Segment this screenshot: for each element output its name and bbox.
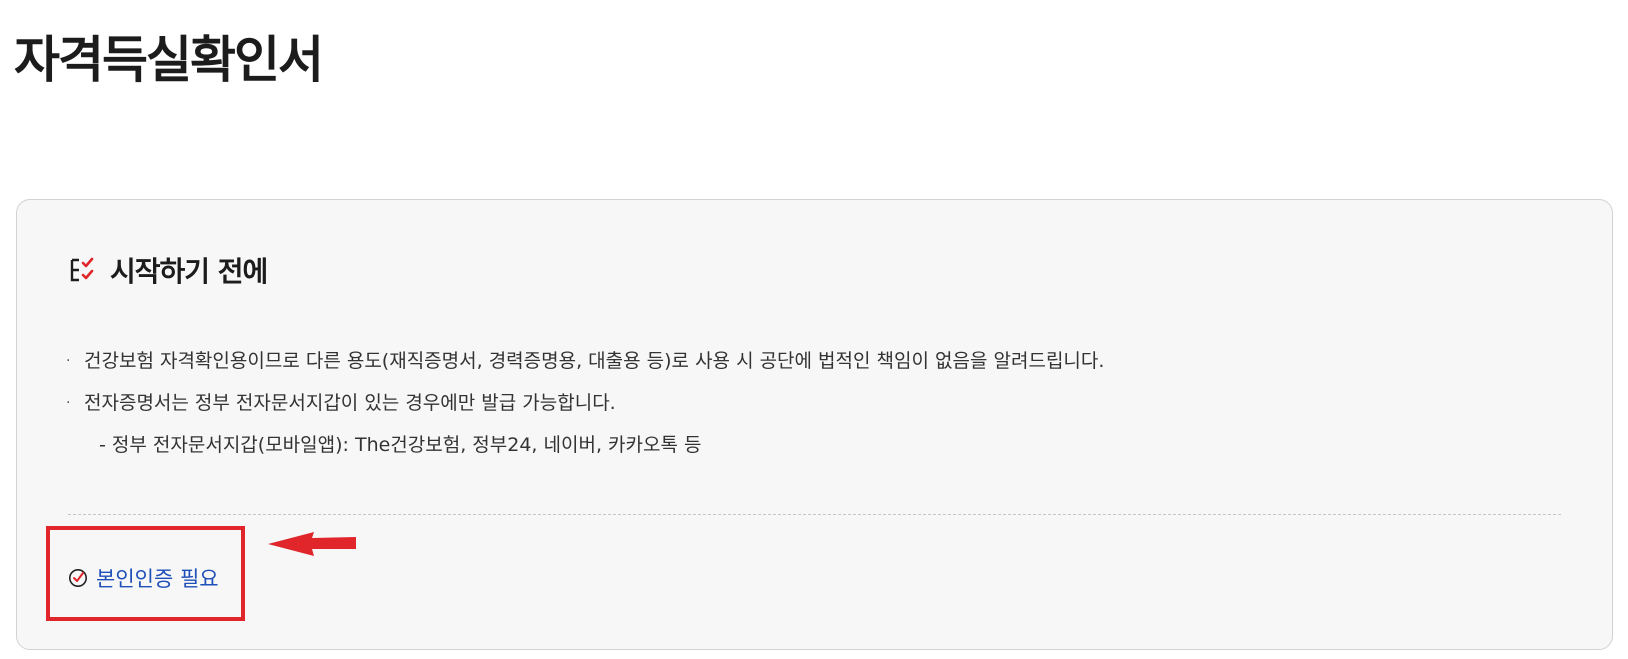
check-circle-icon [68, 568, 88, 588]
notice-bullet: · [66, 395, 71, 411]
notice-bullet: · [66, 353, 71, 369]
notice-item: · 건강보험 자격확인용이므로 다른 용도(재직증명서, 경력증명용, 대출용 … [66, 340, 1104, 382]
before-start-heading-text: 시작하기 전에 [110, 255, 268, 288]
checklist-icon [68, 253, 102, 287]
page-title: 자격득실확인서 [14, 31, 324, 89]
notice-text: - 정부 전자문서지갑(모바일앱): The건강보험, 정부24, 네이버, 카… [99, 434, 702, 456]
identity-verification-label: 본인인증 필요 [96, 567, 219, 591]
notice-text: 전자증명서는 정부 전자문서지갑이 있는 경우에만 발급 가능합니다. [84, 392, 616, 414]
identity-verification-link[interactable]: 본인인증 필요 [68, 558, 219, 598]
notice-text: 건강보험 자격확인용이므로 다른 용도(재직증명서, 경력증명용, 대출용 등)… [84, 350, 1105, 372]
before-start-panel: 시작하기 전에 · 건강보험 자격확인용이므로 다른 용도(재직증명서, 경력증… [16, 199, 1613, 650]
notice-sub-item: - 정부 전자문서지갑(모바일앱): The건강보험, 정부24, 네이버, 카… [66, 424, 1104, 466]
section-divider [68, 514, 1561, 515]
notice-list: · 건강보험 자격확인용이므로 다른 용도(재직증명서, 경력증명용, 대출용 … [66, 340, 1104, 466]
before-start-heading: 시작하기 전에 [68, 252, 268, 288]
notice-item: · 전자증명서는 정부 전자문서지갑이 있는 경우에만 발급 가능합니다. [66, 382, 1104, 424]
